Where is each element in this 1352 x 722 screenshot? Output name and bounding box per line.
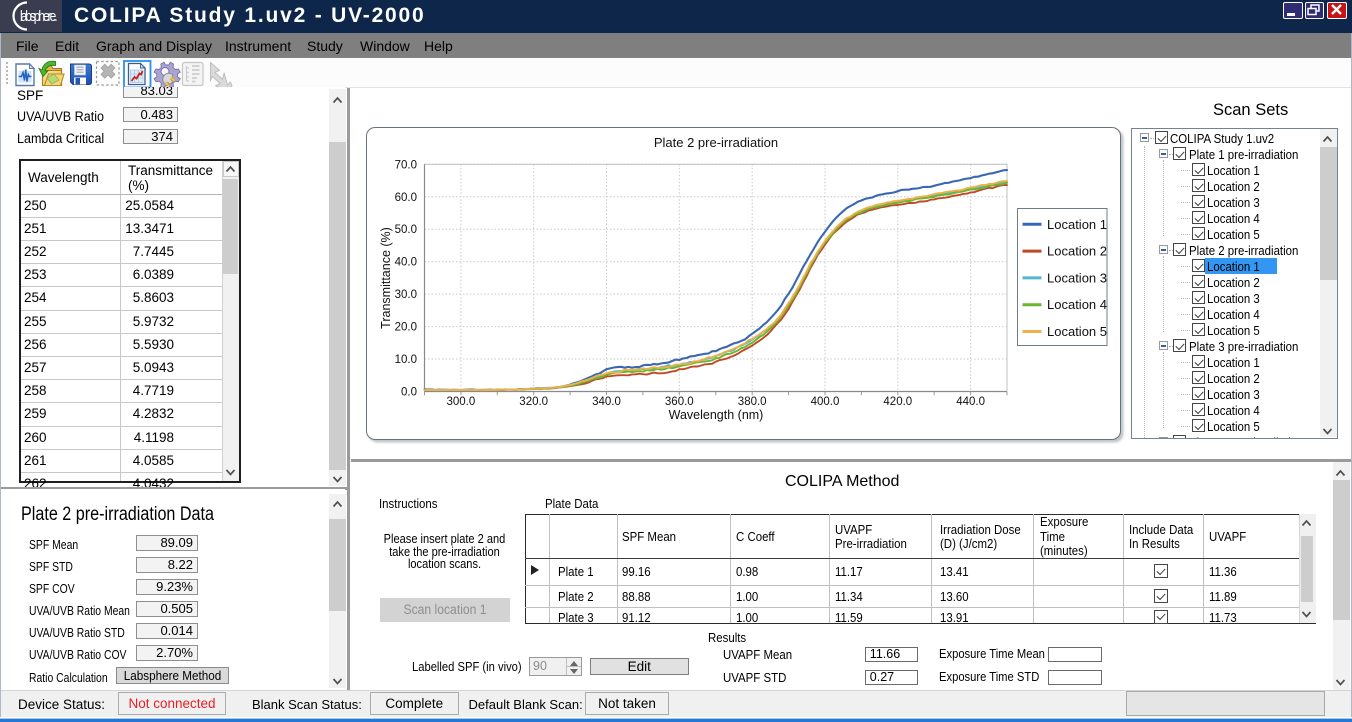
svg-text:380.0: 380.0 — [738, 396, 767, 408]
svg-text:50.0: 50.0 — [395, 224, 417, 236]
svg-text:Location 3: Location 3 — [1047, 270, 1107, 285]
svg-text:Plate 2 pre-irradiation: Plate 2 pre-irradiation — [654, 135, 778, 150]
svg-text:Wavelength (nm): Wavelength (nm) — [669, 408, 764, 422]
svg-text:60.0: 60.0 — [395, 192, 417, 204]
svg-text:30.0: 30.0 — [395, 289, 417, 301]
svg-text:70.0: 70.0 — [395, 159, 417, 171]
svg-text:0.0: 0.0 — [401, 387, 417, 399]
svg-text:300.0: 300.0 — [447, 396, 476, 408]
svg-text:Location 5: Location 5 — [1047, 324, 1107, 339]
svg-text:440.0: 440.0 — [956, 396, 985, 408]
svg-text:40.0: 40.0 — [395, 257, 417, 269]
svg-text:Location 1: Location 1 — [1047, 217, 1107, 232]
svg-text:360.0: 360.0 — [665, 396, 694, 408]
svg-text:Location 2: Location 2 — [1047, 244, 1107, 259]
svg-text:20.0: 20.0 — [395, 322, 417, 334]
svg-text:Location 4: Location 4 — [1047, 297, 1107, 312]
svg-text:340.0: 340.0 — [592, 396, 621, 408]
svg-text:10.0: 10.0 — [395, 354, 417, 366]
svg-text:420.0: 420.0 — [883, 396, 912, 408]
svg-text:320.0: 320.0 — [519, 396, 548, 408]
svg-text:Transmittance (%): Transmittance (%) — [379, 227, 393, 329]
svg-text:400.0: 400.0 — [811, 396, 840, 408]
